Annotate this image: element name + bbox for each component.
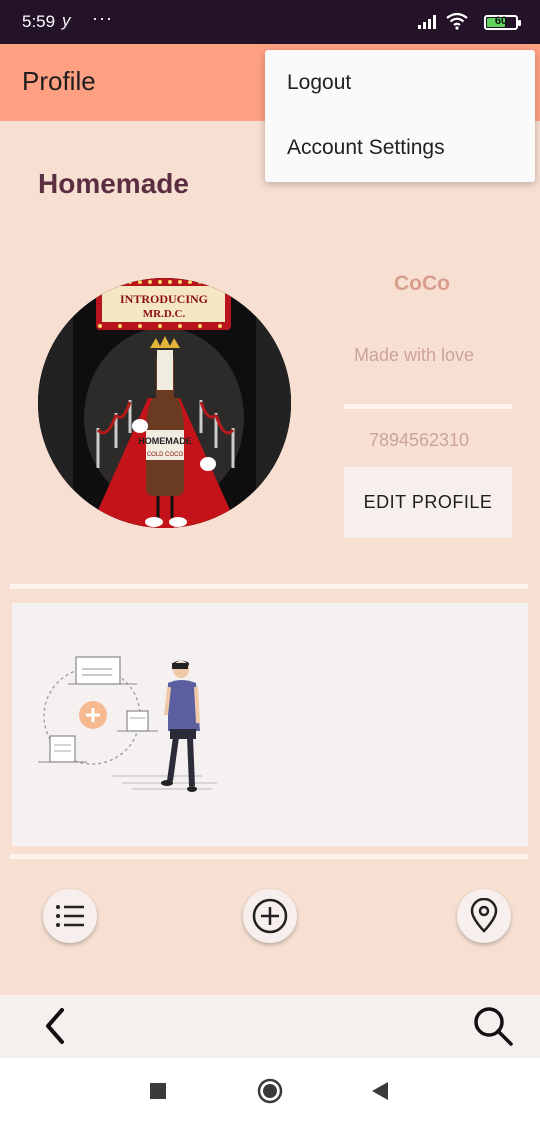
avatar[interactable]: INTRODUCING MR.D.C. HOMEMADE COLD COCO xyxy=(38,278,291,528)
location-pin-icon xyxy=(470,898,498,933)
avatar-bottle-label: HOMEMADE xyxy=(138,436,192,446)
user-bio: Made with love xyxy=(353,345,475,365)
wifi-icon xyxy=(446,12,468,30)
list-icon xyxy=(56,905,84,927)
page-title: Profile xyxy=(22,66,96,96)
avatar-bottle-sub: COLD COCO xyxy=(147,452,184,458)
battery-icon: 60 xyxy=(484,15,521,30)
overflow-menu: Logout Account Settings xyxy=(265,50,535,182)
divider xyxy=(344,404,512,409)
menu-item-logout[interactable]: Logout xyxy=(287,71,351,95)
bottom-bar xyxy=(0,995,540,1058)
menu-item-account-settings[interactable]: Account Settings xyxy=(287,136,445,160)
edit-profile-button[interactable]: EDIT PROFILE xyxy=(344,467,512,538)
empty-state-card xyxy=(12,603,528,846)
empty-state-illustration xyxy=(38,656,217,792)
avatar-banner-line1: INTRODUCING xyxy=(120,292,208,306)
list-button[interactable] xyxy=(43,889,97,943)
back-triangle-icon[interactable] xyxy=(371,1081,389,1101)
search-icon[interactable] xyxy=(472,1005,514,1047)
avatar-image: INTRODUCING MR.D.C. HOMEMADE COLD COCO xyxy=(38,278,291,528)
shop-name-heading: Homemade xyxy=(38,168,189,199)
user-name: CoCo xyxy=(394,272,450,295)
add-button[interactable] xyxy=(243,889,297,943)
status-time: 5:59 xyxy=(22,12,56,31)
status-icons: 60 xyxy=(418,12,521,32)
divider xyxy=(10,584,528,589)
notification-dots: ··· xyxy=(92,8,113,28)
divider xyxy=(10,854,528,859)
home-circle-icon[interactable] xyxy=(257,1078,283,1104)
add-circle-icon xyxy=(252,898,288,934)
location-button[interactable] xyxy=(457,889,511,943)
recents-square-icon[interactable] xyxy=(149,1082,167,1100)
system-nav-bar xyxy=(0,1058,540,1123)
signal-icon xyxy=(418,15,436,29)
user-phone: 7894562310 xyxy=(368,430,470,450)
battery-level: 60 xyxy=(494,15,508,27)
avatar-banner-line2: MR.D.C. xyxy=(143,308,186,320)
status-bar: 5:59 y ··· 60 xyxy=(0,0,540,44)
carrier-glyph: y xyxy=(62,11,71,30)
back-chevron-icon[interactable] xyxy=(40,1006,70,1046)
